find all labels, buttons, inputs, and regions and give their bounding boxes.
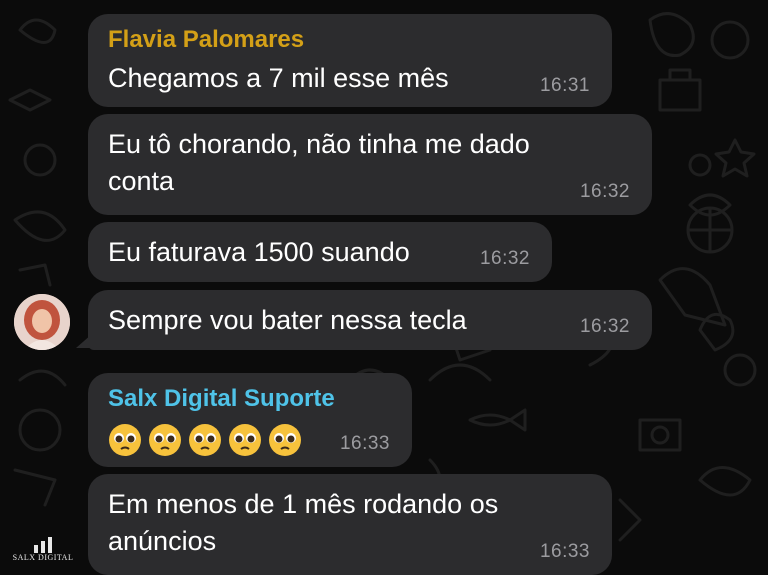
message-text: Eu faturava 1500 suando — [108, 237, 410, 267]
message-bubble[interactable]: Salx Digital Suporte 16:33 — [88, 373, 412, 467]
sender-name[interactable]: Flavia Palomares — [108, 26, 304, 54]
pleading-face-icon — [269, 424, 301, 456]
bar-chart-logo-icon — [34, 537, 52, 553]
pleading-face-icon — [149, 424, 181, 456]
user-avatar[interactable] — [14, 294, 70, 350]
message-text: Eu tô chorando, não tinha me dado conta — [108, 129, 530, 196]
message-text: Em menos de 1 mês rodando os anúncios — [108, 489, 499, 556]
message-bubble[interactable]: Em menos de 1 mês rodando os anúncios 16… — [88, 474, 612, 575]
pleading-face-icon — [229, 424, 261, 456]
message-bubble[interactable]: Flavia Palomares Chegamos a 7 mil esse m… — [88, 14, 612, 107]
message-bubble[interactable]: Eu tô chorando, não tinha me dado conta … — [88, 114, 652, 215]
message-timestamp: 16:32 — [479, 248, 530, 269]
message-text: Sempre vou bater nessa tecla — [108, 305, 467, 335]
pleading-face-icon — [109, 424, 141, 456]
message-bubble[interactable]: Eu faturava 1500 suando 16:32 — [88, 222, 552, 282]
brand-logo: SALX DIGITAL — [12, 516, 74, 562]
message-timestamp: 16:33 — [339, 433, 390, 454]
message-timestamp: 16:32 — [579, 316, 630, 337]
message-bubble[interactable]: Sempre vou bater nessa tecla 16:32 — [88, 290, 652, 350]
message-timestamp: 16:32 — [579, 181, 630, 202]
emoji-row — [108, 423, 302, 457]
message-timestamp: 16:31 — [539, 75, 590, 96]
user-avatar-photo — [14, 294, 70, 350]
pleading-face-icon — [189, 424, 221, 456]
message-text: Chegamos a 7 mil esse mês — [108, 63, 449, 93]
message-timestamp: 16:33 — [539, 541, 590, 562]
sender-name[interactable]: Salx Digital Suporte — [108, 385, 335, 413]
logo-text: SALX DIGITAL — [12, 553, 74, 562]
